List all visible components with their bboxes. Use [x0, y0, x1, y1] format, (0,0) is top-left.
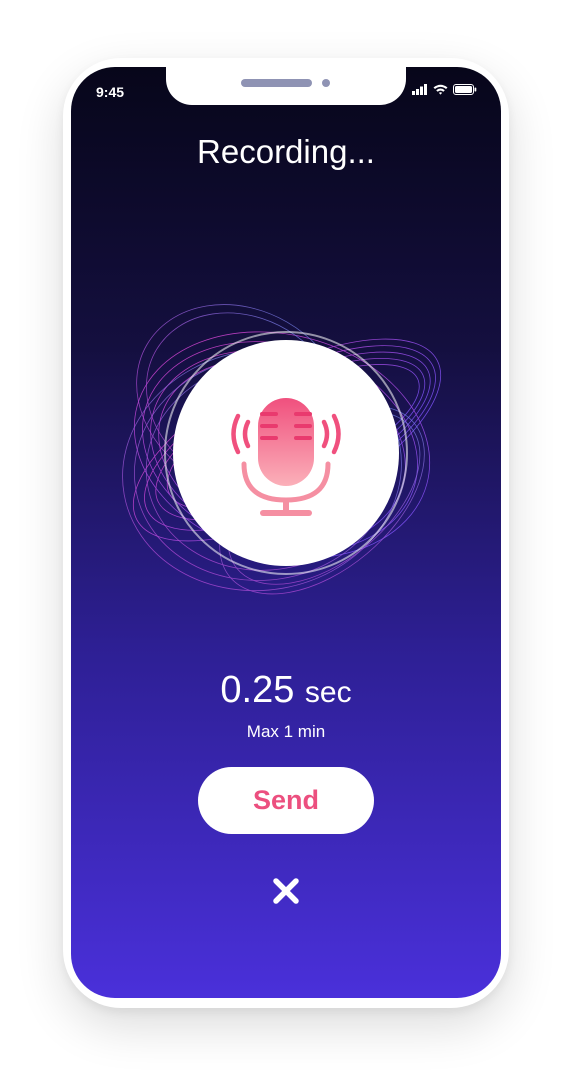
microphone-icon	[231, 398, 341, 516]
status-icons	[412, 84, 477, 95]
send-button-label: Send	[252, 785, 319, 815]
timer-value: 0.25	[220, 669, 295, 711]
max-duration-note: Max 1 min	[246, 722, 326, 741]
wifi-icon	[433, 84, 448, 95]
timer-unit: sec	[304, 676, 352, 709]
front-camera	[322, 79, 330, 87]
status-time: 9:45	[96, 84, 125, 100]
recording-timer: 0.25 sec	[71, 666, 501, 717]
send-button[interactable]: Send	[198, 767, 374, 834]
signal-icon	[412, 84, 427, 95]
speaker-grille	[241, 79, 312, 87]
battery-icon	[453, 84, 477, 95]
page-title: Recording...	[197, 133, 375, 170]
phone-notch	[166, 61, 406, 105]
close-button[interactable]	[266, 871, 306, 911]
close-icon	[273, 878, 299, 904]
